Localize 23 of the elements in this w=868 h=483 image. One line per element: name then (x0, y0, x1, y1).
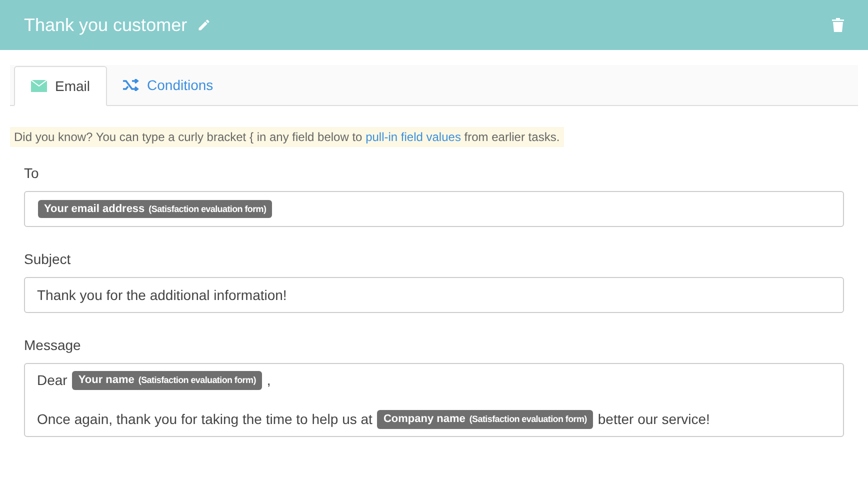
tab[interactable]: Conditions (107, 65, 230, 105)
edit-icon[interactable] (197, 18, 212, 32)
trash-icon[interactable] (832, 18, 844, 32)
field-label: To (24, 164, 40, 183)
field-label: Message (24, 336, 82, 355)
tab[interactable]: Email (14, 66, 108, 106)
task-title: Thank you customer (24, 14, 188, 37)
field-label: Subject (24, 250, 72, 269)
message-text: , (266, 371, 271, 390)
input-field[interactable]: Your email address (Satisfaction evaluation form) (24, 191, 844, 227)
field-token[interactable]: Company name (Satisfaction evaluation form) (377, 410, 593, 429)
shuffle-icon (123, 79, 140, 91)
message-text: Once again, thank you for taking the time to help us at (37, 410, 372, 429)
message-text: Thank you for the additional information! (37, 286, 287, 305)
hint-text: Did you know? You can type a curly bracket { in any field below to pull-in field values from earlier tasks. (10, 127, 564, 147)
field-token[interactable]: Your name (Satisfaction evaluation form) (72, 371, 262, 390)
field-token[interactable]: Your email address (Satisfaction evaluation form) (38, 200, 272, 218)
input-field[interactable]: Dear Your name (Satisfaction evaluation form) , Once again, thank you for taking the time to help us at Company name (Satisfaction evaluation form) better our service! (24, 363, 844, 437)
message-text: Dear (37, 371, 68, 390)
input-field[interactable]: Thank you for the additional information! (24, 277, 844, 313)
envelope-icon (31, 80, 47, 92)
field-values-link[interactable]: pull-in field values (366, 130, 461, 144)
message-text: better our service! (598, 410, 710, 429)
